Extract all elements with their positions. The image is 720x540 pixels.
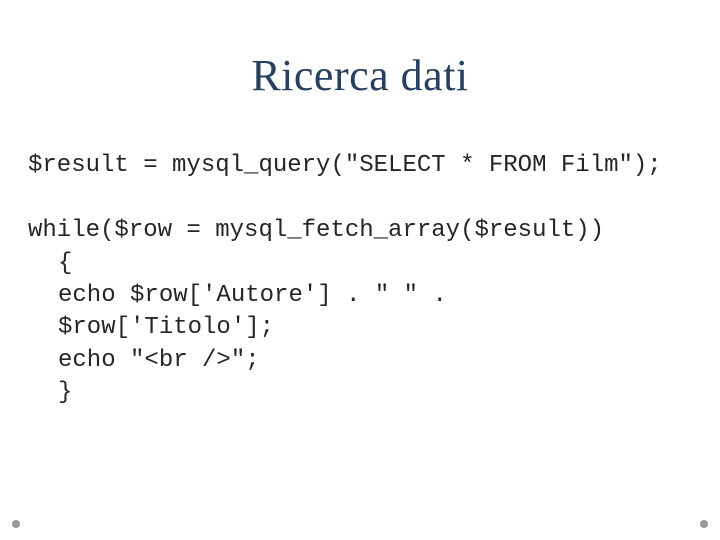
code-line-1: $result = mysql_query("SELECT * FROM Fil…: [28, 152, 662, 179]
code-line-6: echo "<br />";: [28, 347, 260, 374]
code-line-3: {: [28, 250, 72, 277]
code-line-5: $row['Titolo'];: [28, 314, 274, 341]
code-line-7: }: [28, 379, 72, 406]
page-title: Ricerca dati: [0, 50, 720, 101]
decoration-dot-bottom-left: [12, 520, 20, 528]
code-line-4: echo $row['Autore'] . " " .: [28, 282, 447, 309]
slide: Ricerca dati $result = mysql_query("SELE…: [0, 0, 720, 540]
code-block: $result = mysql_query("SELECT * FROM Fil…: [28, 118, 692, 442]
code-line-2: while($row = mysql_fetch_array($result)): [28, 217, 604, 244]
decoration-dot-bottom-right: [700, 520, 708, 528]
